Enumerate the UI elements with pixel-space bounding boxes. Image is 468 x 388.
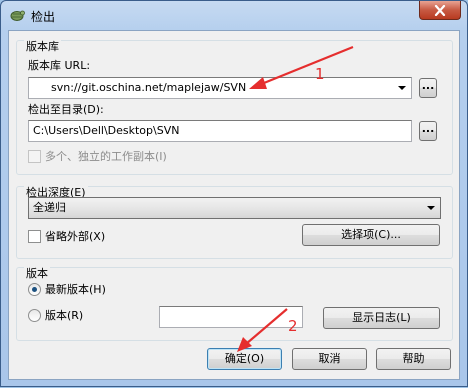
cancel-button[interactable]: 取消 <box>292 348 367 370</box>
show-log-button[interactable]: 显示日志(L) <box>323 307 440 329</box>
choose-items-button[interactable]: 选择项(C)... <box>302 224 440 246</box>
multiple-copies-label: 多个、独立的工作副本(I) <box>45 150 167 163</box>
url-value: svn://git.oschina.net/maplejaw/SVN <box>51 81 247 94</box>
url-combobox[interactable]: svn://git.oschina.net/maplejaw/SVN <box>28 77 412 99</box>
omit-externals-label: 省略外部(X) <box>45 230 106 243</box>
ok-button[interactable]: 确定(O) <box>207 348 282 370</box>
multiple-copies-checkbox[interactable] <box>28 150 41 163</box>
dir-browse-button[interactable]: ... <box>419 121 437 141</box>
specific-revision-radio[interactable] <box>28 309 41 322</box>
head-revision-label: 最新版本(H) <box>45 283 106 296</box>
chevron-down-icon[interactable] <box>424 200 438 216</box>
depth-select[interactable]: 全递归 <box>28 197 441 219</box>
title-bar: 检出 <box>1 1 467 29</box>
close-icon <box>434 5 446 16</box>
url-label: 版本库 URL: <box>28 59 91 72</box>
help-button[interactable]: 帮助 <box>376 348 451 370</box>
omit-externals-checkbox[interactable] <box>28 230 41 243</box>
repository-group-title: 版本库 <box>24 40 61 54</box>
head-revision-radio[interactable] <box>28 283 41 296</box>
revision-group: 版本 <box>16 267 453 341</box>
depth-selected-value: 全递归 <box>33 201 66 214</box>
close-button[interactable] <box>419 1 461 20</box>
checkout-dir-label: 检出至目录(D): <box>28 103 104 116</box>
checkout-dialog: 检出 版本库 版本库 URL: svn://git.oschina.net/ma… <box>0 0 468 387</box>
annotation-label-2: 2 <box>288 317 298 335</box>
revision-group-title: 版本 <box>24 267 50 281</box>
chevron-down-icon[interactable] <box>395 80 409 96</box>
url-browse-button[interactable]: ... <box>419 78 437 98</box>
checkout-dir-field[interactable]: C:\Users\Dell\Desktop\SVN <box>28 120 412 142</box>
specific-revision-label: 版本(R) <box>45 309 84 322</box>
window-title: 检出 <box>31 10 56 24</box>
dialog-body: 版本库 版本库 URL: svn://git.oschina.net/maple… <box>8 30 460 380</box>
tortoisesvn-icon <box>10 10 25 21</box>
annotation-label-1: 1 <box>315 65 325 83</box>
revision-field[interactable] <box>159 306 303 328</box>
